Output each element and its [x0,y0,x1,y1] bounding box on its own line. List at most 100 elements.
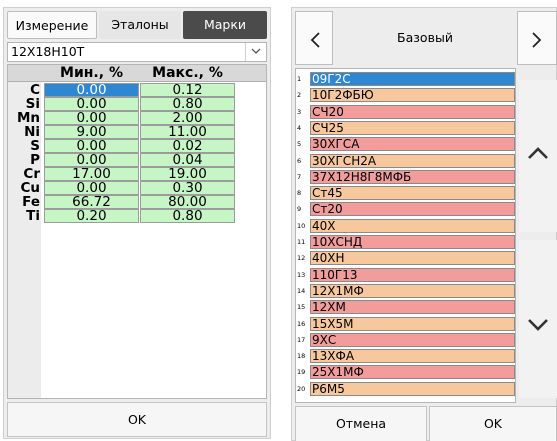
chevron-left-icon [310,32,320,48]
list-item-number: 18 [297,352,306,361]
min-value-cell[interactable]: 0.00 [44,181,139,195]
base-selector-panel: Базовый 1 09Г2С 2 10Г2ФБЮ 3 СЧ20 4 СЧ25 5 30ХГСА 6… [291,7,557,441]
max-value-cell[interactable]: 2.00 [140,111,235,125]
list-item[interactable]: 4 СЧ25 [296,120,515,135]
max-value-cell[interactable]: 0.30 [140,181,235,195]
list-item-number: 6 [297,156,302,165]
tab-grades[interactable]: Марки [183,11,267,39]
list-item-number: 20 [297,384,306,393]
list-item[interactable]: 9 Ст20 [296,202,515,217]
list-item-name[interactable]: СЧ25 [310,120,515,135]
ok-button[interactable]: OK [7,402,267,437]
list-item[interactable]: 14 12Х1МФ [296,283,515,298]
list-item-name[interactable]: 15Х5М [310,316,515,331]
list-item-name[interactable]: СЧ20 [310,104,515,119]
max-value-cell[interactable]: 11.00 [140,125,235,139]
list-item-name[interactable]: 12ХМ [310,300,515,315]
min-value-cell[interactable]: 17.00 [44,167,139,181]
list-item[interactable]: 5 30ХГСА [296,137,515,152]
list-item[interactable]: 16 15Х5М [296,316,515,331]
column-header-min: Мин., % [60,65,123,81]
list-item[interactable]: 20 Р6М5 [296,381,515,396]
table-row: Si 0.00 0.80 [8,97,266,111]
ok-button[interactable]: OK [429,406,557,441]
min-value-cell[interactable]: 0.00 [44,83,139,97]
table-row: S 0.00 0.02 [8,139,266,153]
tab-standards[interactable]: Эталоны [99,11,181,39]
list-item-name[interactable]: 13ХФА [310,349,515,364]
table-row: Fe 66.72 80.00 [8,195,266,209]
list-item-number: 17 [297,335,306,344]
min-value-cell[interactable]: 66.72 [44,195,139,209]
list-item[interactable]: 15 12ХМ [296,300,515,315]
element-label: Cr [23,166,40,182]
list-item[interactable]: 3 СЧ20 [296,104,515,119]
list-item-name[interactable]: 10ХСНД [310,235,515,249]
dropdown-arrow-icon[interactable] [245,43,266,61]
list-item-name[interactable]: 25Х1МФ [310,365,515,380]
list-item-name[interactable]: 30ХГСА [310,137,515,152]
scroll-up-button[interactable] [519,80,557,232]
max-value-cell[interactable]: 0.80 [140,209,235,223]
list-item[interactable]: 7 37Х12Н8Г8МФБ [296,169,515,184]
next-base-button[interactable] [517,11,557,65]
list-item-number: 16 [297,319,306,328]
cancel-button[interactable]: Отмена [295,406,427,441]
list-item-number: 15 [297,303,306,312]
list-item-name[interactable]: Р6М5 [310,381,515,396]
min-value-cell[interactable]: 0.00 [44,139,139,153]
table-row: Ti 0.20 0.80 [8,209,266,223]
list-item[interactable]: 1 09Г2С [296,72,515,86]
list-item[interactable]: 11 10ХСНД [296,235,515,249]
scroll-down-button[interactable] [519,240,557,398]
composition-table: Мин., % Макс., % C 0.00 0.12 Si 0.00 0.80 Mn 0.… [7,64,267,399]
list-item-name[interactable]: 40Х [310,218,515,233]
list-item-name[interactable]: 30ХГСН2А [310,153,515,168]
element-label: Cu [20,180,40,196]
chevron-down-icon [528,319,548,331]
list-item[interactable]: 12 40ХН [296,251,515,266]
list-item-name[interactable]: 09Г2С [310,72,515,86]
grade-select-value: 12Х18Н10Т [11,44,85,59]
tab-measurement[interactable]: Измерение [7,11,97,39]
list-item-name[interactable]: 110Г13 [310,267,515,282]
max-value-cell[interactable]: 80.00 [140,195,235,209]
min-value-cell[interactable]: 0.00 [44,97,139,111]
list-item-number: 10 [297,221,306,230]
max-value-cell[interactable]: 0.04 [140,153,235,167]
list-item-name[interactable]: 10Г2ФБЮ [310,88,515,103]
list-item[interactable]: 13 110Г13 [296,267,515,282]
list-item[interactable]: 2 10Г2ФБЮ [296,88,515,103]
min-value-cell[interactable]: 0.00 [44,153,139,167]
list-item-name[interactable]: Ст20 [310,202,515,217]
list-item-name[interactable]: Ст45 [310,186,515,201]
list-item[interactable]: 19 25Х1МФ [296,365,515,380]
chevron-right-icon [532,32,542,48]
list-item-number: 1 [297,75,302,83]
max-value-cell[interactable]: 19.00 [140,167,235,181]
table-row: P 0.00 0.04 [8,153,266,167]
min-value-cell[interactable]: 0.00 [44,111,139,125]
list-item-number: 14 [297,286,306,295]
max-value-cell[interactable]: 0.02 [140,139,235,153]
list-item[interactable]: 17 9ХС [296,332,515,347]
min-value-cell[interactable]: 0.20 [44,209,139,223]
list-item[interactable]: 6 30ХГСН2А [296,153,515,168]
max-value-cell[interactable]: 0.80 [140,97,235,111]
list-scroll-controls [519,68,557,403]
min-value-cell[interactable]: 9.00 [44,125,139,139]
list-item-name[interactable]: 40ХН [310,251,515,266]
list-item-number: 2 [297,91,302,100]
element-label: S [30,138,40,154]
base-list: 1 09Г2С 2 10Г2ФБЮ 3 СЧ20 4 СЧ25 5 30ХГСА 6 30ХГСН2А… [295,68,516,403]
list-item-name[interactable]: 12Х1МФ [310,283,515,298]
grade-select[interactable]: 12Х18Н10Т [7,42,267,62]
list-item-name[interactable]: 37Х12Н8Г8МФБ [310,169,515,184]
list-item-name[interactable]: 9ХС [310,332,515,347]
list-item[interactable]: 18 13ХФА [296,349,515,364]
list-item[interactable]: 10 40Х [296,218,515,233]
base-title: Базовый [397,30,453,45]
max-value-cell[interactable]: 0.12 [140,83,235,97]
list-item[interactable]: 8 Ст45 [296,186,515,201]
prev-base-button[interactable] [295,11,333,65]
